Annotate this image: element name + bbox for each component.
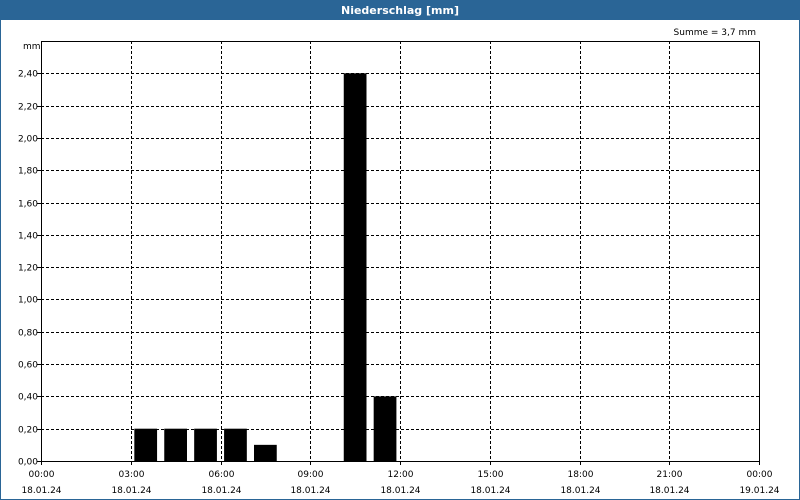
precipitation-bar xyxy=(373,396,397,461)
x-tick-time-label: 21:00 xyxy=(657,470,683,480)
x-tick-time-label: 06:00 xyxy=(209,470,235,480)
y-tick-label: 2,40 xyxy=(18,70,38,80)
x-tick-time-label: 15:00 xyxy=(478,470,504,480)
precipitation-bar xyxy=(254,444,277,461)
x-tick-time-label: 18:00 xyxy=(568,470,594,480)
x-tick-date-label: 18.01.24 xyxy=(560,486,600,496)
y-tick-label: 0,00 xyxy=(18,458,38,468)
x-tick-date-label: 19.01.24 xyxy=(739,486,779,496)
y-tick-label: 0,60 xyxy=(18,361,38,371)
precipitation-bar xyxy=(224,428,247,461)
y-tick-label: 1,20 xyxy=(18,264,38,274)
y-axis-label: mm xyxy=(23,42,41,52)
x-tick-time-label: 00:00 xyxy=(29,470,55,480)
y-tick-label: 0,80 xyxy=(18,329,38,339)
precipitation-bar xyxy=(134,428,158,461)
y-tick-label: 1,00 xyxy=(18,296,38,306)
precipitation-bar xyxy=(343,73,367,462)
precipitation-bar xyxy=(164,428,187,461)
x-tick-date-label: 18.01.24 xyxy=(380,486,420,496)
axes: 0,00 0,20 0,40 0,60 0,80 1,00 1,20 1,40 1,60 1,80… xyxy=(18,41,780,496)
grid-lines xyxy=(41,41,759,461)
chart-window: Niederschlag [mm] 0,00 0,20 0,40 0,60 0,80 1,… xyxy=(0,0,800,500)
x-tick-date-label: 18.01.24 xyxy=(649,486,689,496)
y-tick-label: 1,60 xyxy=(18,200,38,210)
y-tick-label: 0,40 xyxy=(18,393,38,403)
y-tick-label: 2,00 xyxy=(18,135,38,145)
y-tick-label: 2,20 xyxy=(18,103,38,113)
x-tick-date-label: 18.01.24 xyxy=(470,486,510,496)
y-tick-label: 1,40 xyxy=(18,232,38,242)
x-tick-date-label: 18.01.24 xyxy=(290,486,330,496)
x-tick-time-label: 12:00 xyxy=(388,470,414,480)
sum-annotation: Summe = 3,7 mm xyxy=(674,28,756,38)
y-tick-label: 0,20 xyxy=(18,426,38,436)
x-tick-time-label: 00:00 xyxy=(747,470,773,480)
x-tick-date-label: 18.01.24 xyxy=(21,486,61,496)
x-tick-date-label: 18.01.24 xyxy=(201,486,241,496)
x-tick-time-label: 03:00 xyxy=(119,470,145,480)
precipitation-bar xyxy=(194,428,217,461)
precipitation-chart: 0,00 0,20 0,40 0,60 0,80 1,00 1,20 1,40 1,60 1,80… xyxy=(18,28,780,496)
y-tick-label: 1,80 xyxy=(18,167,38,177)
x-tick-time-label: 09:00 xyxy=(298,470,324,480)
x-tick-date-label: 18.01.24 xyxy=(111,486,151,496)
